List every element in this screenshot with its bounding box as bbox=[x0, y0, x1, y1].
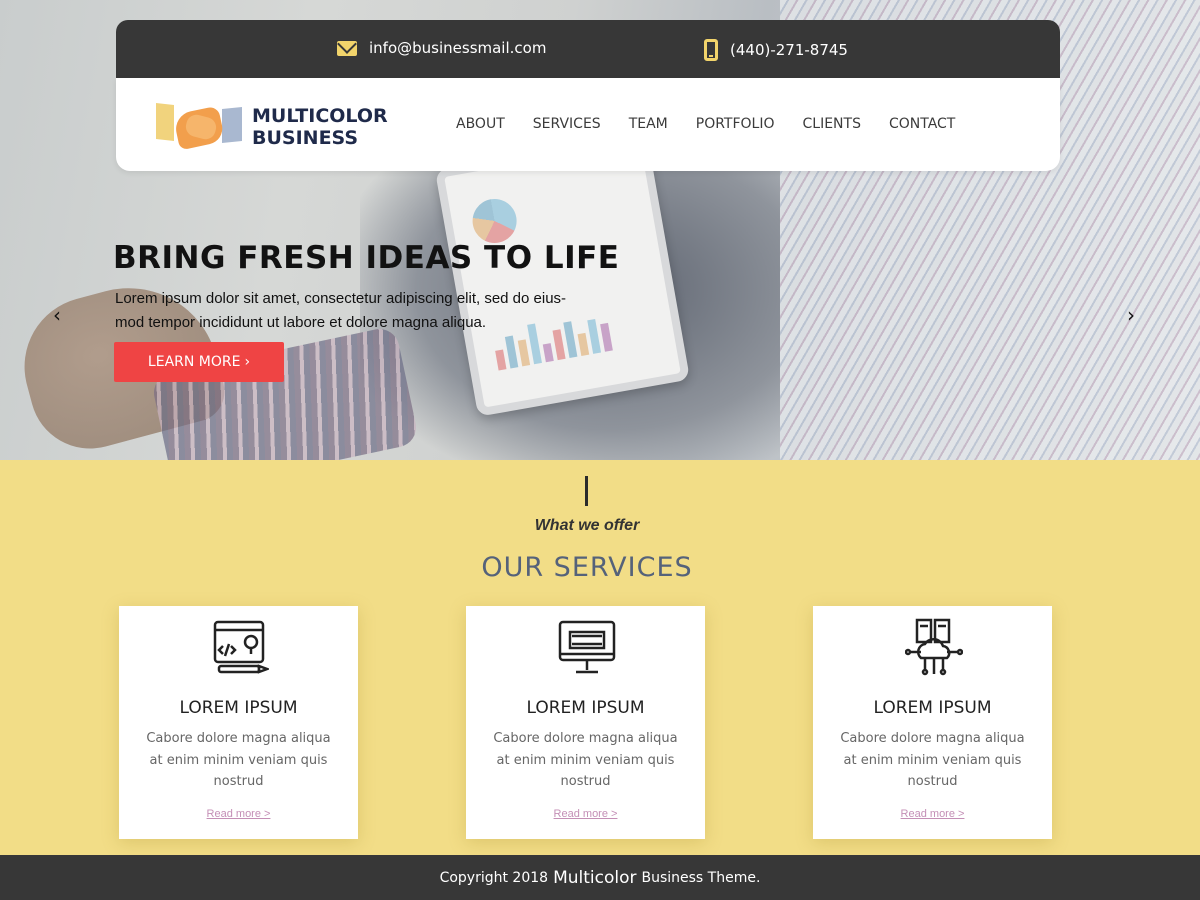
footer-copyright: Copyright 2018 bbox=[439, 869, 549, 886]
service-card-title: LOREM IPSUM bbox=[526, 698, 645, 718]
logo-line-2: BUSINESS bbox=[252, 127, 359, 149]
read-more-link[interactable]: Read more > bbox=[119, 808, 358, 820]
mail-icon bbox=[337, 40, 357, 56]
main-nav: ABOUT SERVICES TEAM PORTFOLIO CLIENTS CO… bbox=[456, 116, 955, 132]
learn-more-button[interactable]: LEARN MORE › bbox=[114, 342, 284, 382]
service-card: LOREM IPSUM Cabore dolore magna aliqua a… bbox=[466, 606, 705, 839]
services-title: OUR SERVICES bbox=[481, 552, 693, 583]
service-card-text: Cabore dolore magna aliqua at enim minim… bbox=[493, 731, 678, 789]
nav-item-clients[interactable]: CLIENTS bbox=[803, 116, 861, 132]
service-card: LOREM IPSUM Cabore dolore magna aliqua a… bbox=[119, 606, 358, 839]
phone-icon bbox=[704, 39, 718, 61]
footer-suffix: Business Theme. bbox=[641, 869, 761, 886]
site-footer: Copyright 2018 Multicolor Business Theme… bbox=[0, 855, 1200, 900]
monitor-icon bbox=[558, 620, 616, 674]
nav-item-contact[interactable]: CONTACT bbox=[889, 116, 955, 132]
service-card-title: LOREM IPSUM bbox=[873, 698, 992, 718]
web-design-icon bbox=[213, 620, 269, 674]
site-logo[interactable]: MULTICOLOR BUSINESS bbox=[156, 102, 388, 152]
nav-item-portfolio[interactable]: PORTFOLIO bbox=[696, 116, 775, 132]
contact-email[interactable]: info@businessmail.com bbox=[337, 39, 546, 57]
read-more-link[interactable]: Read more > bbox=[813, 808, 1052, 820]
service-card-text: Cabore dolore magna aliqua at enim minim… bbox=[146, 731, 331, 789]
service-card: LOREM IPSUM Cabore dolore magna aliqua a… bbox=[813, 606, 1052, 839]
main-header: MULTICOLOR BUSINESS ABOUT SERVICES TEAM … bbox=[116, 78, 1060, 171]
tablet-pie-chart bbox=[469, 195, 521, 247]
nav-item-about[interactable]: ABOUT bbox=[456, 116, 505, 132]
logo-line-1: MULTICOLOR bbox=[252, 105, 388, 127]
service-card-title: LOREM IPSUM bbox=[179, 698, 298, 718]
contact-email-text: info@businessmail.com bbox=[369, 39, 547, 57]
cloud-server-icon bbox=[905, 618, 963, 676]
chevron-left-icon[interactable]: ‹ bbox=[42, 300, 72, 330]
hero-description: Lorem ipsum dolor sit amet, consectetur … bbox=[115, 290, 567, 331]
nav-item-services[interactable]: SERVICES bbox=[533, 116, 601, 132]
service-card-text: Cabore dolore magna aliqua at enim minim… bbox=[840, 731, 1025, 789]
logo-text: MULTICOLOR BUSINESS bbox=[252, 105, 388, 149]
services-subtitle: What we offer bbox=[534, 517, 640, 534]
footer-brand: Multicolor bbox=[553, 867, 637, 888]
chevron-right-icon[interactable]: › bbox=[1116, 300, 1146, 330]
section-divider bbox=[585, 476, 588, 506]
learn-more-label: LEARN MORE bbox=[147, 354, 241, 370]
contact-phone[interactable]: (440)-271-8745 bbox=[704, 39, 848, 61]
contact-phone-text: (440)-271-8745 bbox=[730, 41, 848, 59]
nav-item-team[interactable]: TEAM bbox=[629, 116, 668, 132]
handshake-icon bbox=[156, 102, 242, 152]
read-more-link[interactable]: Read more > bbox=[466, 808, 705, 820]
contact-bar: info@businessmail.com (440)-271-8745 bbox=[116, 20, 1060, 78]
chevron-right-icon: › bbox=[244, 354, 251, 370]
hero-title: BRING FRESH IDEAS TO LIFE bbox=[113, 240, 620, 276]
